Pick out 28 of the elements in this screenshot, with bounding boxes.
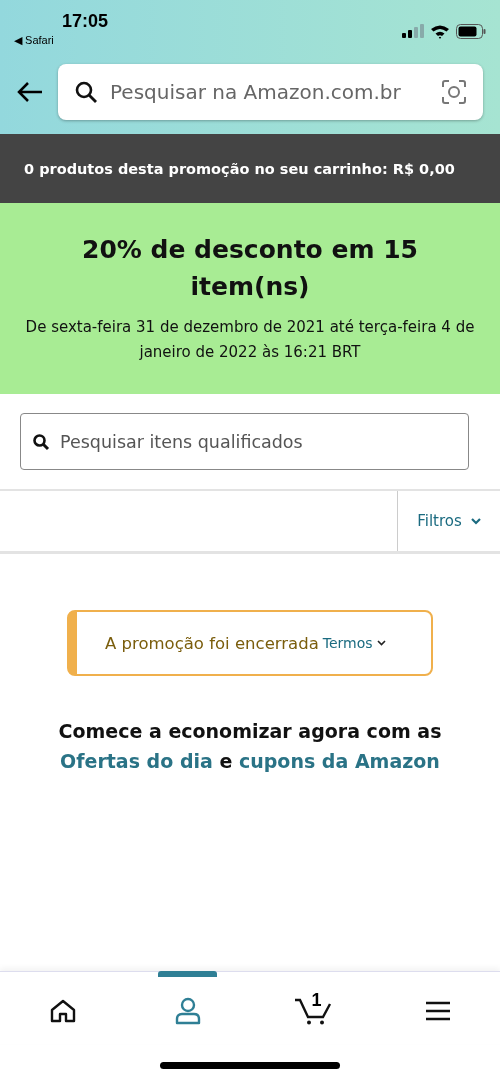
search-field[interactable]: Pesquisar na Amazon.com.br	[58, 64, 483, 120]
battery-icon	[456, 23, 486, 39]
filters-button[interactable]: Filtros	[397, 491, 500, 551]
daily-deals-link[interactable]: Ofertas do dia	[60, 750, 213, 772]
promotion-dates: De sexta-feira 31 de dezembro de 2021 até terça-feira 4 de janeiro de 2022 às 16:21 BRT	[24, 317, 476, 363]
search-icon	[32, 432, 50, 451]
signal-icon	[402, 24, 424, 38]
wifi-icon	[430, 23, 450, 39]
chevron-down-icon	[376, 640, 386, 646]
status-time: 17:05	[62, 11, 109, 32]
menu-icon	[424, 1000, 451, 1021]
search-icon	[74, 80, 98, 104]
terms-link[interactable]: Termos	[322, 635, 386, 651]
promotion-title: 20% de desconto em 15 item(ns)	[81, 234, 419, 303]
cart-count: 1	[311, 989, 322, 1011]
chevron-down-icon	[470, 517, 481, 525]
cart-summary-banner: 0 produtos desta promoção no seu carrinho: R$ 0,00	[0, 134, 500, 203]
back-to-app-link[interactable]: ◀ Safari	[14, 34, 109, 47]
home-icon	[49, 998, 76, 1023]
cart-tab[interactable]: 1	[250, 971, 375, 1044]
alert-message: A promoção foi encerrada	[105, 633, 319, 653]
back-arrow-icon[interactable]	[16, 81, 44, 103]
camera-scan-icon[interactable]	[441, 79, 467, 105]
amazon-coupons-link[interactable]: cupons da Amazon	[238, 750, 440, 772]
person-icon	[174, 996, 201, 1025]
search-input[interactable]: Pesquisar na Amazon.com.br	[110, 80, 429, 104]
item-search-field[interactable]: Pesquisar itens qualificados	[20, 413, 469, 470]
cta-text: Comece a economizar agora com as Ofertas do dia e cupons da Amazon	[58, 719, 442, 774]
